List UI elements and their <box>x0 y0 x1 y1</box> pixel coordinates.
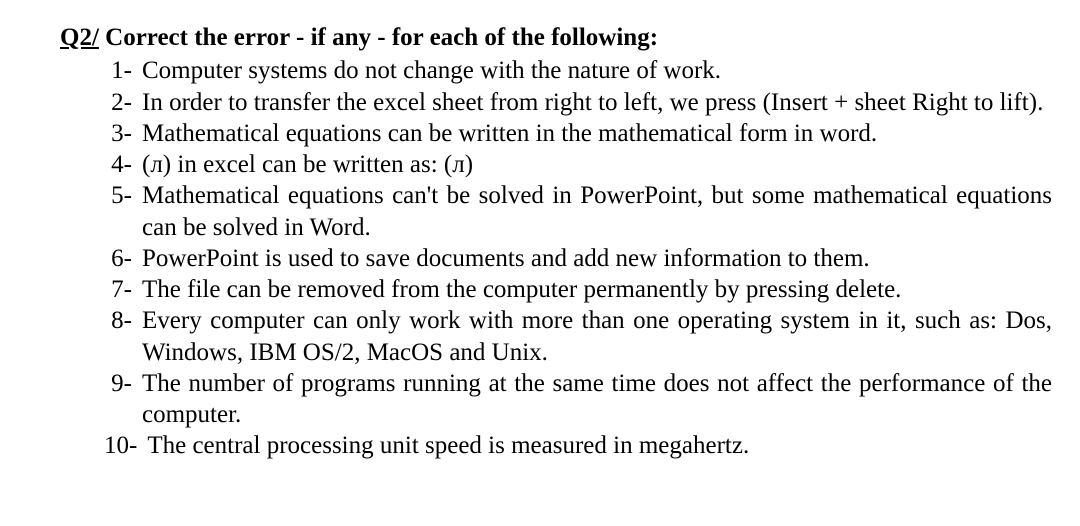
list-item: 7- The file can be removed from the comp… <box>104 274 1052 305</box>
list-item: 6- PowerPoint is used to save documents … <box>104 243 1052 274</box>
item-text: Every computer can only work with more t… <box>142 305 1052 368</box>
item-text: Computer systems do not change with the … <box>142 55 1052 86</box>
item-text: PowerPoint is used to save documents and… <box>142 243 1052 274</box>
list-item: 3- Mathematical equations can be written… <box>104 118 1052 149</box>
item-number: 6- <box>104 243 142 274</box>
question-heading: Q2/ Correct the error - if any - for eac… <box>60 22 1052 53</box>
list-item: 1- Computer systems do not change with t… <box>104 55 1052 86</box>
item-number: 5- <box>104 180 142 243</box>
question-number: Q2/ <box>60 24 99 51</box>
item-number: 2- <box>104 87 142 118</box>
item-text: In order to transfer the excel sheet fro… <box>142 87 1052 118</box>
list-item: 10- The central processing unit speed is… <box>104 430 1052 461</box>
item-text: (л) in excel can be written as: (л) <box>142 149 1052 180</box>
item-number: 4- <box>104 149 142 180</box>
item-number: 10- <box>104 430 147 461</box>
item-number: 9- <box>104 368 142 431</box>
item-text: Mathematical equations can be written in… <box>142 118 1052 149</box>
question-title: Correct the error - if any - for each of… <box>99 24 658 51</box>
item-number: 1- <box>104 55 142 86</box>
item-number: 7- <box>104 274 142 305</box>
item-number: 8- <box>104 305 142 368</box>
item-number: 3- <box>104 118 142 149</box>
list-item: 9- The number of programs running at the… <box>104 368 1052 431</box>
item-text: The file can be removed from the compute… <box>142 274 1052 305</box>
list-item: 8- Every computer can only work with mor… <box>104 305 1052 368</box>
item-text: Mathematical equations can't be solved i… <box>142 180 1052 243</box>
item-text: The number of programs running at the sa… <box>142 368 1052 431</box>
list-item: 4- (л) in excel can be written as: (л) <box>104 149 1052 180</box>
list-item: 5- Mathematical equations can't be solve… <box>104 180 1052 243</box>
item-text: The central processing unit speed is mea… <box>147 430 1052 461</box>
statement-list: 1- Computer systems do not change with t… <box>60 55 1052 461</box>
list-item: 2- In order to transfer the excel sheet … <box>104 87 1052 118</box>
